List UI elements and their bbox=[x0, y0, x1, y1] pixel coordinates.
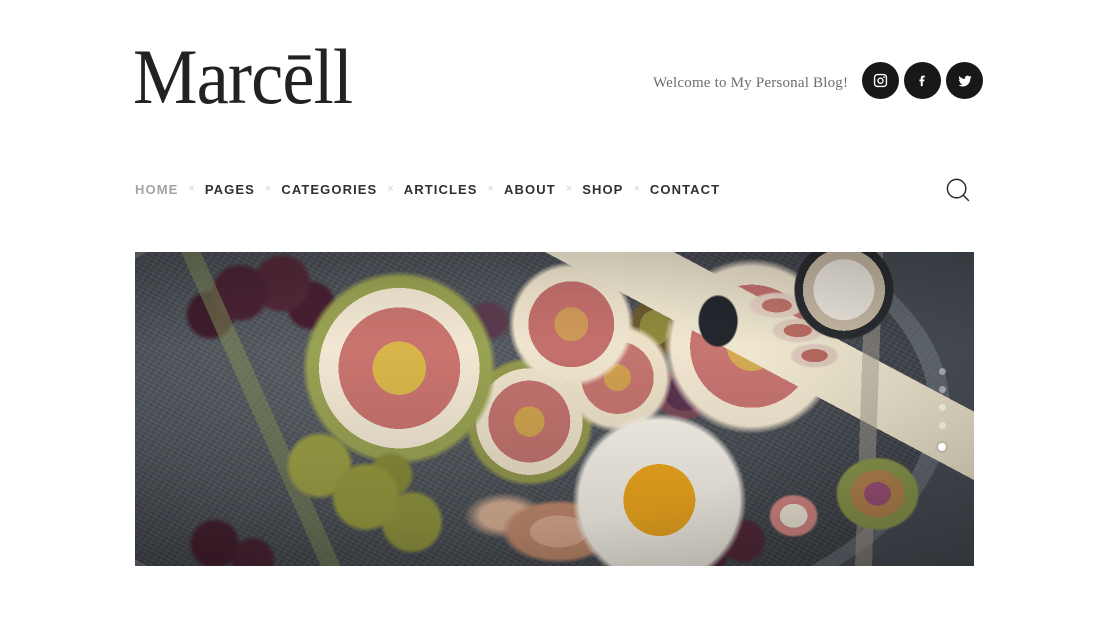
social-links bbox=[862, 62, 983, 99]
nav-item-shop[interactable]: SHOP bbox=[582, 182, 623, 197]
nav-list: HOME × PAGES × CATEGORIES × ARTICLES × ABOUT × SHO… bbox=[135, 178, 720, 200]
nav-separator: × bbox=[264, 183, 272, 195]
nav-separator: × bbox=[188, 183, 195, 195]
hero-slider-dot-1[interactable] bbox=[938, 368, 946, 375]
nav-separator: × bbox=[387, 183, 394, 195]
social-link-facebook[interactable] bbox=[904, 62, 941, 99]
instagram-icon bbox=[873, 73, 888, 88]
search-button[interactable] bbox=[944, 176, 972, 204]
nav-item-categories[interactable]: CATEGORIES bbox=[281, 182, 377, 197]
site-logo[interactable]: Marcēll bbox=[133, 34, 353, 120]
hero-slider-dot-3[interactable] bbox=[938, 404, 946, 411]
hero-slider-dot-4[interactable] bbox=[938, 422, 946, 429]
nav-item-home[interactable]: HOME bbox=[135, 182, 178, 197]
site-header: Marcēll Welcome to My Personal Blog! bbox=[0, 0, 1109, 158]
hero-image bbox=[135, 252, 974, 566]
hero-slider-dot-5[interactable] bbox=[938, 443, 946, 451]
main-navigation: HOME × PAGES × CATEGORIES × ARTICLES × ABOUT × SHO… bbox=[0, 158, 1109, 236]
hero-slider[interactable]: What is food design? bbox=[135, 252, 974, 566]
nav-item-contact[interactable]: CONTACT bbox=[650, 182, 720, 197]
hero-slider-dots bbox=[938, 368, 946, 451]
nav-separator: × bbox=[565, 183, 573, 195]
social-link-instagram[interactable] bbox=[862, 62, 899, 99]
facebook-icon bbox=[915, 73, 930, 88]
nav-separator: × bbox=[633, 183, 640, 195]
nav-item-articles[interactable]: ARTICLES bbox=[404, 182, 478, 197]
social-link-twitter[interactable] bbox=[946, 62, 983, 99]
twitter-icon bbox=[957, 73, 973, 89]
nav-item-about[interactable]: ABOUT bbox=[504, 182, 556, 197]
site-tagline: Welcome to My Personal Blog! bbox=[653, 75, 849, 91]
page-root: Marcēll Welcome to My Personal Blog! HOM… bbox=[0, 0, 1109, 628]
nav-separator: × bbox=[487, 183, 495, 195]
nav-item-pages[interactable]: PAGES bbox=[205, 182, 255, 197]
hero-slider-dot-2[interactable] bbox=[938, 386, 946, 393]
search-icon bbox=[944, 176, 972, 204]
